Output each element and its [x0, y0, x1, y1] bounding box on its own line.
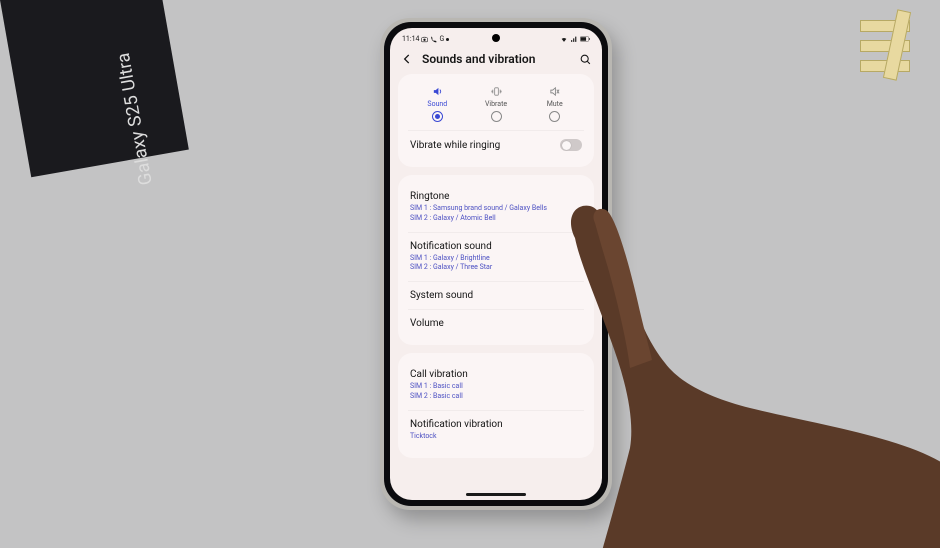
- gesture-bar[interactable]: [466, 493, 526, 496]
- ringtone-row[interactable]: Ringtone SIM 1 : Samsung brand sound / G…: [408, 183, 584, 232]
- vibration-card: Call vibration SIM 1 : Basic call SIM 2 …: [398, 353, 594, 457]
- phone-status-icon: [430, 36, 437, 43]
- notification-vibration-value: Ticktock: [410, 432, 582, 442]
- vibrate-while-ringing-toggle[interactable]: [560, 139, 582, 151]
- search-icon[interactable]: [579, 53, 592, 66]
- mode-mute-label: Mute: [547, 100, 563, 108]
- mode-sound-radio[interactable]: [432, 111, 443, 122]
- ringtone-label: Ringtone: [410, 191, 582, 202]
- mode-sound-label: Sound: [427, 100, 447, 108]
- sound-mode-card: Sound Vibrate Mute: [398, 74, 594, 167]
- battery-icon: [580, 36, 590, 42]
- notification-vibration-label: Notification vibration: [410, 419, 582, 430]
- mode-mute[interactable]: Mute: [525, 86, 584, 122]
- notification-sound-sim1: SIM 1 : Galaxy / Brightline: [410, 254, 582, 264]
- call-vibration-label: Call vibration: [410, 369, 582, 380]
- wooden-block: [850, 10, 940, 110]
- wifi-icon: [560, 36, 568, 43]
- sound-icon: [431, 86, 444, 97]
- camera-icon: [421, 36, 428, 43]
- notification-sound-sim2: SIM 2 : Galaxy / Three Star: [410, 263, 582, 273]
- vibrate-while-ringing-label: Vibrate while ringing: [410, 140, 500, 151]
- call-vibration-row[interactable]: Call vibration SIM 1 : Basic call SIM 2 …: [408, 361, 584, 410]
- notification-sound-row[interactable]: Notification sound SIM 1 : Galaxy / Brig…: [408, 232, 584, 282]
- mode-vibrate-radio[interactable]: [491, 111, 502, 122]
- front-camera: [492, 34, 500, 42]
- mode-vibrate-label: Vibrate: [485, 100, 507, 108]
- ringtone-sim2: SIM 2 : Galaxy / Atomic Bell: [410, 214, 582, 224]
- sounds-card: Ringtone SIM 1 : Samsung brand sound / G…: [398, 175, 594, 345]
- system-sound-label: System sound: [410, 290, 582, 301]
- back-icon[interactable]: [400, 52, 414, 66]
- page-title: Sounds and vibration: [422, 52, 571, 66]
- phone-frame: 11:14 G Sounds and vibration: [380, 18, 612, 510]
- mode-vibrate[interactable]: Vibrate: [467, 86, 526, 122]
- signal-icon: [570, 36, 578, 43]
- vibrate-icon: [490, 86, 503, 97]
- status-indicator-g: G: [439, 35, 444, 43]
- ringtone-sim1: SIM 1 : Samsung brand sound / Galaxy Bel…: [410, 204, 582, 214]
- product-box: Galaxy S25 Ultra: [0, 0, 189, 177]
- volume-label: Volume: [410, 318, 582, 329]
- mode-sound[interactable]: Sound: [408, 86, 467, 122]
- volume-row[interactable]: Volume: [408, 309, 584, 337]
- call-vibration-sim2: SIM 2 : Basic call: [410, 392, 582, 402]
- status-time: 11:14: [402, 35, 419, 43]
- box-brand-text: Galaxy S25 Ultra: [113, 51, 157, 187]
- call-vibration-sim1: SIM 1 : Basic call: [410, 382, 582, 392]
- mute-icon: [548, 86, 561, 97]
- mode-mute-radio[interactable]: [549, 111, 560, 122]
- system-sound-row[interactable]: System sound: [408, 281, 584, 309]
- phone-screen: 11:14 G Sounds and vibration: [390, 28, 602, 500]
- vibrate-while-ringing-row[interactable]: Vibrate while ringing: [408, 130, 584, 159]
- notification-vibration-row[interactable]: Notification vibration Ticktock: [408, 410, 584, 450]
- page-header: Sounds and vibration: [390, 48, 602, 74]
- status-dot: [446, 38, 449, 41]
- notification-sound-label: Notification sound: [410, 241, 582, 252]
